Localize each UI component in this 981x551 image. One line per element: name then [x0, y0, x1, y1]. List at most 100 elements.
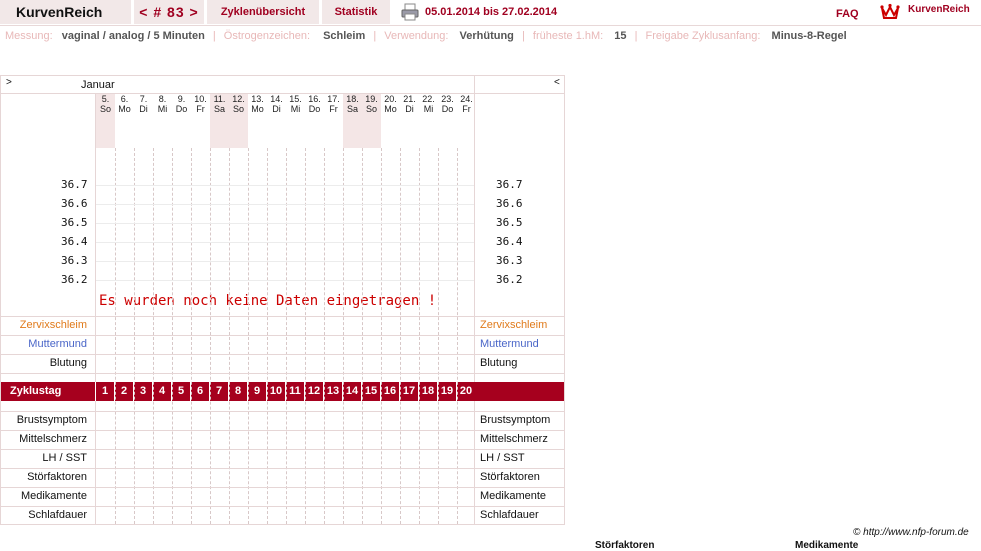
cycle-day-cell[interactable]: 6 — [190, 382, 209, 401]
day-column-header[interactable]: 16. Do — [305, 94, 324, 114]
oestrogen-value: Schleim — [323, 30, 366, 42]
cycle-day-cell[interactable]: 7 — [209, 382, 228, 401]
crown-logo-icon[interactable] — [880, 2, 900, 20]
cycle-day-cell[interactable]: 12 — [304, 382, 323, 401]
cycle-day-cell[interactable]: 15 — [361, 382, 380, 401]
temp-tick-right: 36.4 — [496, 235, 523, 248]
weekday-abbr: Sa — [213, 104, 225, 114]
day-column-header[interactable]: 24. Fr — [457, 94, 476, 114]
cycle-day-cell[interactable]: 4 — [152, 382, 171, 401]
temp-tick-right: 36.6 — [496, 197, 523, 210]
day-number: 15. — [289, 94, 302, 104]
logo-text[interactable]: KurvenReich — [908, 4, 970, 15]
day-column-header[interactable]: 9. Do — [172, 94, 191, 114]
weekday-abbr: Mi — [157, 104, 168, 114]
observation-label-left: Zervixschleim — [19, 319, 87, 331]
cycle-day-cell[interactable]: 16 — [380, 382, 399, 401]
cycle-day-cell[interactable]: 3 — [133, 382, 152, 401]
symptom-label-left: Brustsymptom — [16, 414, 87, 426]
top-bar: KurvenReich < # 83 > Zyklenübersicht Sta… — [0, 0, 981, 25]
separator: | — [373, 30, 377, 42]
day-column-header[interactable]: 10. Fr — [191, 94, 210, 114]
cycle-day-cell[interactable]: 19 — [437, 382, 456, 401]
cycle-day-cell[interactable]: 1 — [95, 382, 114, 401]
day-number: 9. — [177, 94, 186, 104]
weekday-abbr: Di — [139, 104, 148, 114]
cycle-day-cell[interactable]: 14 — [342, 382, 361, 401]
day-column-header[interactable]: 13. Mo — [248, 94, 267, 114]
day-column-header[interactable]: 12. So — [229, 94, 248, 148]
symptom-label-left: Mittelschmerz — [19, 433, 87, 445]
weekday-abbr: Di — [405, 104, 414, 114]
day-column-header[interactable]: 17. Fr — [324, 94, 343, 114]
cycle-day-cell[interactable]: 18 — [418, 382, 437, 401]
cycle-day-cell[interactable]: 8 — [228, 382, 247, 401]
printer-icon[interactable] — [401, 3, 419, 21]
cycle-navigator[interactable]: < # 83 > — [134, 0, 204, 24]
temp-tick-right: 36.5 — [496, 216, 523, 229]
day-column-header[interactable]: 7. Di — [134, 94, 153, 114]
weekday-abbr: So — [365, 104, 377, 114]
day-number: 13. — [251, 94, 264, 104]
temp-tick-left: 36.3 — [61, 254, 88, 267]
day-column-header[interactable]: 19. So — [362, 94, 381, 148]
separator: | — [212, 30, 216, 42]
temp-gridline — [96, 261, 474, 262]
cycle-day-cell[interactable]: 10 — [266, 382, 285, 401]
separator: | — [634, 30, 638, 42]
cycle-chart: > Januar < Zyklustag 1 2 3 4 5 6 7 8 9 10 11 12 13 14… — [0, 75, 565, 525]
day-number: 14. — [270, 94, 283, 104]
cycle-day-cell[interactable]: 13 — [323, 382, 342, 401]
legend-stoerfaktoren-cut: Störfaktoren — [595, 540, 655, 551]
temp-tick-left: 36.4 — [61, 235, 88, 248]
day-column-header[interactable]: 23. Do — [438, 94, 457, 114]
day-column-header[interactable]: 22. Mi — [419, 94, 438, 114]
cycle-settings-line: Messung: vaginal / analog / 5 Minuten | … — [5, 30, 847, 42]
temp-tick-left: 36.6 — [61, 197, 88, 210]
weekday-abbr: Sa — [346, 104, 358, 114]
day-number: 19. — [365, 94, 378, 104]
day-number: 23. — [441, 94, 454, 104]
symptom-label-right: Mittelschmerz — [480, 433, 548, 445]
day-column-header[interactable]: 11. Sa — [210, 94, 229, 148]
tab-zyklenuebersicht[interactable]: Zyklenübersicht — [207, 0, 319, 24]
tab-statistik[interactable]: Statistik — [322, 0, 390, 24]
weekday-abbr: So — [99, 104, 111, 114]
hm-label: früheste 1.hM: — [532, 30, 604, 42]
symptom-label-right: Störfaktoren — [480, 471, 540, 483]
symptom-label-right: Brustsymptom — [480, 414, 551, 426]
day-column-header[interactable]: 8. Mi — [153, 94, 172, 114]
weekday-abbr: So — [232, 104, 244, 114]
day-number: 24. — [460, 94, 473, 104]
day-column-header[interactable]: 18. Sa — [343, 94, 362, 148]
cycle-day-cell[interactable]: 17 — [399, 382, 418, 401]
date-range: 05.01.2014 bis 27.02.2014 — [425, 6, 558, 18]
scroll-right-arrow[interactable]: < — [554, 77, 560, 88]
day-number: 18. — [346, 94, 359, 104]
weekday-abbr: Fr — [462, 104, 471, 114]
symptom-label-left: Schlafdauer — [28, 509, 87, 521]
hm-value: 15 — [614, 30, 627, 42]
brand-title[interactable]: KurvenReich — [0, 0, 131, 24]
weekday-abbr: Do — [175, 104, 188, 114]
day-column-header[interactable]: 15. Mi — [286, 94, 305, 114]
day-column-header[interactable]: 14. Di — [267, 94, 286, 114]
cycle-day-cell[interactable]: 2 — [114, 382, 133, 401]
cycle-day-cell[interactable]: 11 — [285, 382, 304, 401]
grid-left-border — [95, 93, 96, 524]
cycle-day-cell[interactable]: 5 — [171, 382, 190, 401]
day-column-header[interactable]: 5. So — [96, 94, 115, 148]
faq-link[interactable]: FAQ — [836, 4, 859, 24]
copyright: © http://www.nfp-forum.de — [853, 527, 969, 538]
cycle-day-cell[interactable]: 20 — [456, 382, 475, 401]
cycle-day-cell[interactable]: 9 — [247, 382, 266, 401]
cycle-day-label: Zyklustag — [10, 385, 62, 397]
day-column-header[interactable]: 20. Mo — [381, 94, 400, 114]
scroll-left-arrow[interactable]: > — [6, 77, 12, 88]
day-column-header[interactable]: 6. Mo — [115, 94, 134, 114]
temp-gridline — [96, 242, 474, 243]
row-separator — [1, 354, 564, 355]
day-column-header[interactable]: 21. Di — [400, 94, 419, 114]
symptom-label-right: Schlafdauer — [480, 509, 539, 521]
symptom-label-right: Medikamente — [480, 490, 547, 502]
